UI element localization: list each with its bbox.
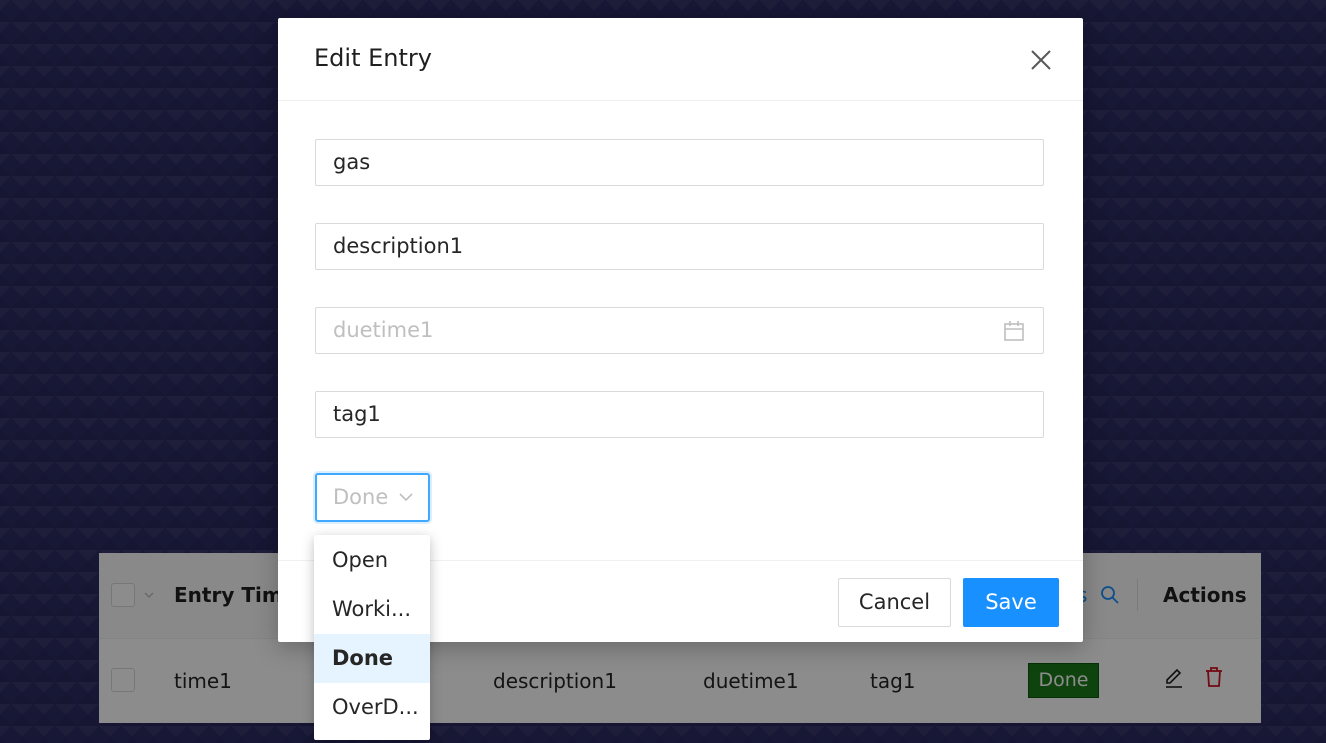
duetime-placeholder: duetime1 <box>333 318 434 342</box>
chevron-down-icon <box>399 493 413 502</box>
tag-field[interactable]: tag1 <box>315 391 1044 438</box>
calendar-icon <box>1004 321 1024 341</box>
duetime-picker[interactable]: duetime1 <box>315 307 1044 354</box>
cancel-button[interactable]: Cancel <box>838 578 951 627</box>
status-select[interactable]: Done <box>315 473 430 522</box>
close-icon[interactable] <box>1027 46 1055 74</box>
page-background: { "table": { "headers": { "entry_time": … <box>0 0 1326 743</box>
status-option-overdue[interactable]: OverD... <box>314 683 430 732</box>
status-select-value: Done <box>333 485 389 509</box>
name-field[interactable]: gas <box>315 139 1044 186</box>
save-button[interactable]: Save <box>963 578 1059 627</box>
status-option-done[interactable]: Done <box>314 634 430 683</box>
description-field[interactable]: description1 <box>315 223 1044 270</box>
modal-title: Edit Entry <box>314 44 432 72</box>
modal-header: Edit Entry <box>278 18 1083 101</box>
status-dropdown: Open Worki... Done OverD... <box>314 535 430 740</box>
status-option-working[interactable]: Worki... <box>314 585 430 634</box>
status-option-open[interactable]: Open <box>314 536 430 585</box>
